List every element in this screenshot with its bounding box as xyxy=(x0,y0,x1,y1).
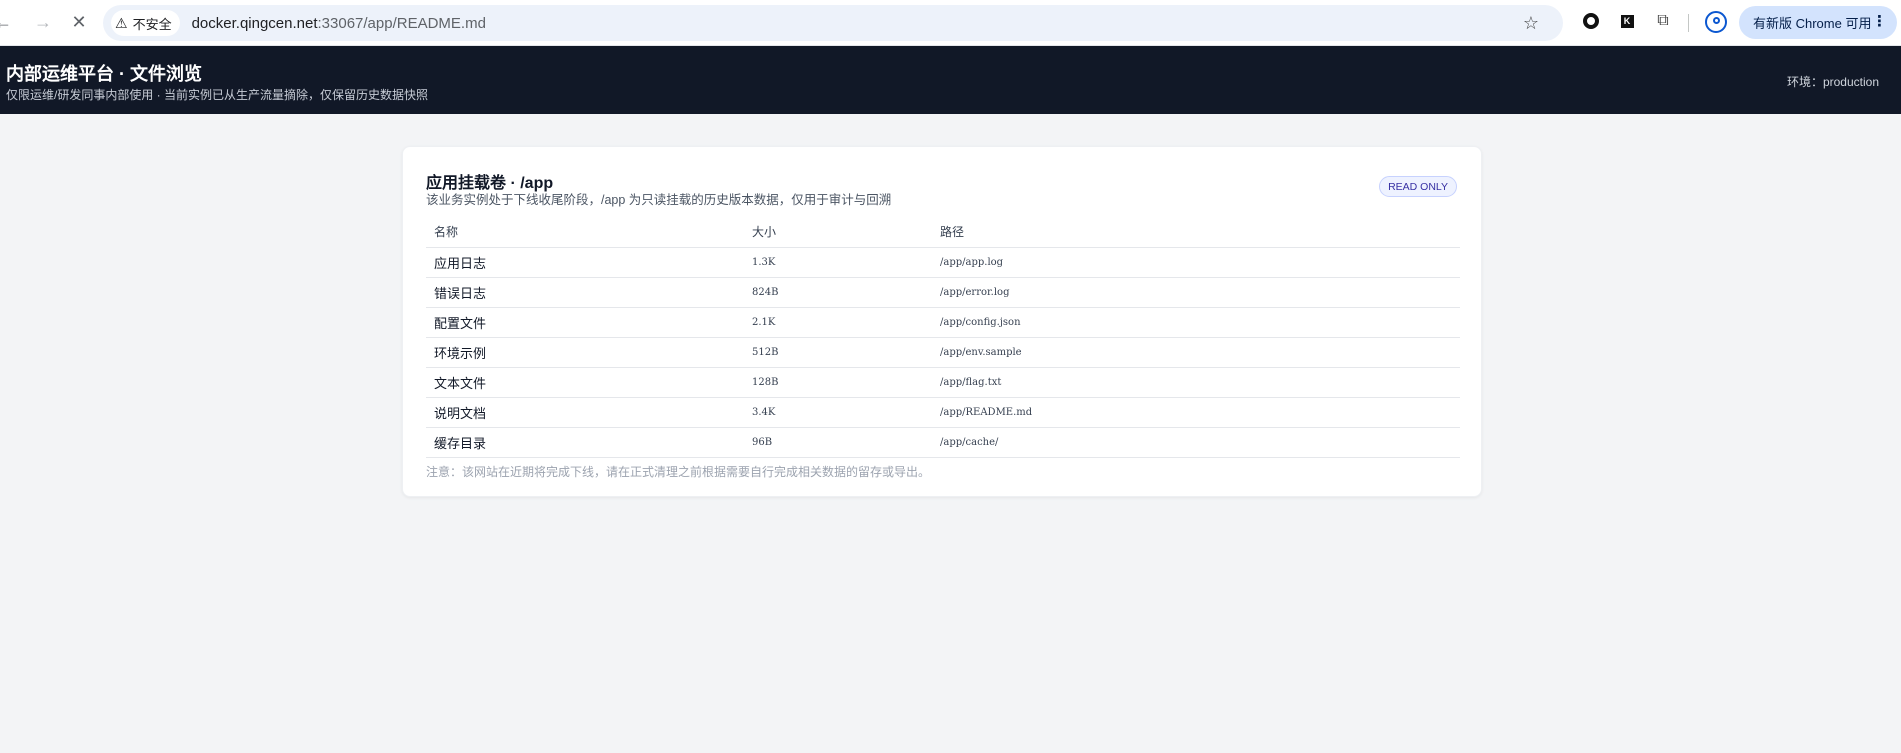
file-size: 1.3K xyxy=(744,247,932,278)
profile-avatar-icon[interactable] xyxy=(1705,11,1727,33)
table-row[interactable]: 缓存目录 96B /app/cache/ xyxy=(426,427,1460,458)
file-path: /app/flag.txt xyxy=(932,367,1460,398)
security-chip[interactable]: ⚠ 不安全 xyxy=(111,10,180,36)
file-path: /app/app.log xyxy=(932,247,1460,278)
address-bar[interactable]: ⚠ 不安全 docker.qingcen.net:33067/app/READM… xyxy=(103,5,1563,41)
table-row[interactable]: 环境示例 512B /app/env.sample xyxy=(426,337,1460,368)
environment-label: 环境：production xyxy=(1786,75,1879,89)
file-name: 说明文档 xyxy=(426,397,744,428)
file-size: 2.1K xyxy=(744,307,932,338)
file-name: 错误日志 xyxy=(426,277,744,308)
file-path: /app/README.md xyxy=(932,397,1460,428)
decommission-note: 注意：该网站在近期将完成下线，请在正式清理之前根据需要自行完成相关数据的留存或导… xyxy=(426,465,931,479)
card-description: 该业务实例处于下线收尾阶段，/app 为只读挂载的历史版本数据，仅用于审计与回溯 xyxy=(426,193,892,207)
app-header: 内部运维平台 · 文件浏览 仅限运维/研发同事内部使用 · 当前实例已从生产流量… xyxy=(0,46,1901,114)
table-row[interactable]: 应用日志 1.3K /app/app.log xyxy=(426,247,1460,278)
bookmark-star-icon[interactable]: ☆ xyxy=(1523,13,1539,34)
file-name: 配置文件 xyxy=(426,307,744,338)
extensions-puzzle-icon[interactable]: ⧉ xyxy=(1653,11,1673,31)
url-host: docker.qingcen.net xyxy=(191,14,318,32)
url-text[interactable]: docker.qingcen.net:33067/app/README.md xyxy=(192,15,486,32)
menu-kebab-icon[interactable]: ⋮ xyxy=(1872,14,1887,29)
table-row[interactable]: 文本文件 128B /app/flag.txt xyxy=(426,367,1460,398)
back-arrow-icon[interactable]: ← xyxy=(0,6,12,40)
file-path: /app/error.log xyxy=(932,277,1460,308)
forward-arrow-icon[interactable]: → xyxy=(26,6,60,40)
file-size: 3.4K xyxy=(744,397,932,428)
update-label: 有新版 Chrome 可用 xyxy=(1753,16,1872,31)
column-header-name: 名称 xyxy=(426,217,744,248)
page-subtitle: 仅限运维/研发同事内部使用 · 当前实例已从生产流量摘除，仅保留历史数据快照 xyxy=(6,88,429,102)
url-path: :33067/app/README.md xyxy=(317,14,486,32)
warning-icon: ⚠ xyxy=(115,14,128,31)
extension-k-icon[interactable]: K xyxy=(1617,11,1637,31)
file-name: 缓存目录 xyxy=(426,427,744,458)
table-row[interactable]: 错误日志 824B /app/error.log xyxy=(426,277,1460,308)
volume-card: 应用挂载卷 · /app 该业务实例处于下线收尾阶段，/app 为只读挂载的历史… xyxy=(402,146,1482,497)
column-header-path: 路径 xyxy=(932,217,1460,248)
toolbar-divider xyxy=(1688,14,1689,32)
extension-circle-icon[interactable] xyxy=(1581,11,1601,31)
table-row[interactable]: 配置文件 2.1K /app/config.json xyxy=(426,307,1460,338)
file-size: 824B xyxy=(744,277,932,308)
file-name: 文本文件 xyxy=(426,367,744,398)
file-table: 名称 大小 路径 应用日志 1.3K /app/app.log 错误日志 824… xyxy=(426,217,1460,458)
page-title: 内部运维平台 · 文件浏览 xyxy=(6,64,202,84)
file-size: 128B xyxy=(744,367,932,398)
chrome-update-button[interactable]: 有新版 Chrome 可用 ⋮ xyxy=(1739,6,1897,39)
file-path: /app/env.sample xyxy=(932,337,1460,368)
file-path: /app/config.json xyxy=(932,307,1460,338)
table-header-row: 名称 大小 路径 xyxy=(426,217,1460,248)
file-name: 环境示例 xyxy=(426,337,744,368)
stop-loading-icon[interactable]: ✕ xyxy=(62,6,96,40)
file-size: 512B xyxy=(744,337,932,368)
browser-toolbar: ← → ✕ ⚠ 不安全 docker.qingcen.net:33067/app… xyxy=(0,0,1901,46)
file-path: /app/cache/ xyxy=(932,427,1460,458)
file-name: 应用日志 xyxy=(426,247,744,278)
table-row[interactable]: 说明文档 3.4K /app/README.md xyxy=(426,397,1460,428)
column-header-size: 大小 xyxy=(744,217,932,248)
read-only-badge: READ ONLY xyxy=(1379,176,1457,197)
file-size: 96B xyxy=(744,427,932,458)
security-label: 不安全 xyxy=(132,16,172,32)
